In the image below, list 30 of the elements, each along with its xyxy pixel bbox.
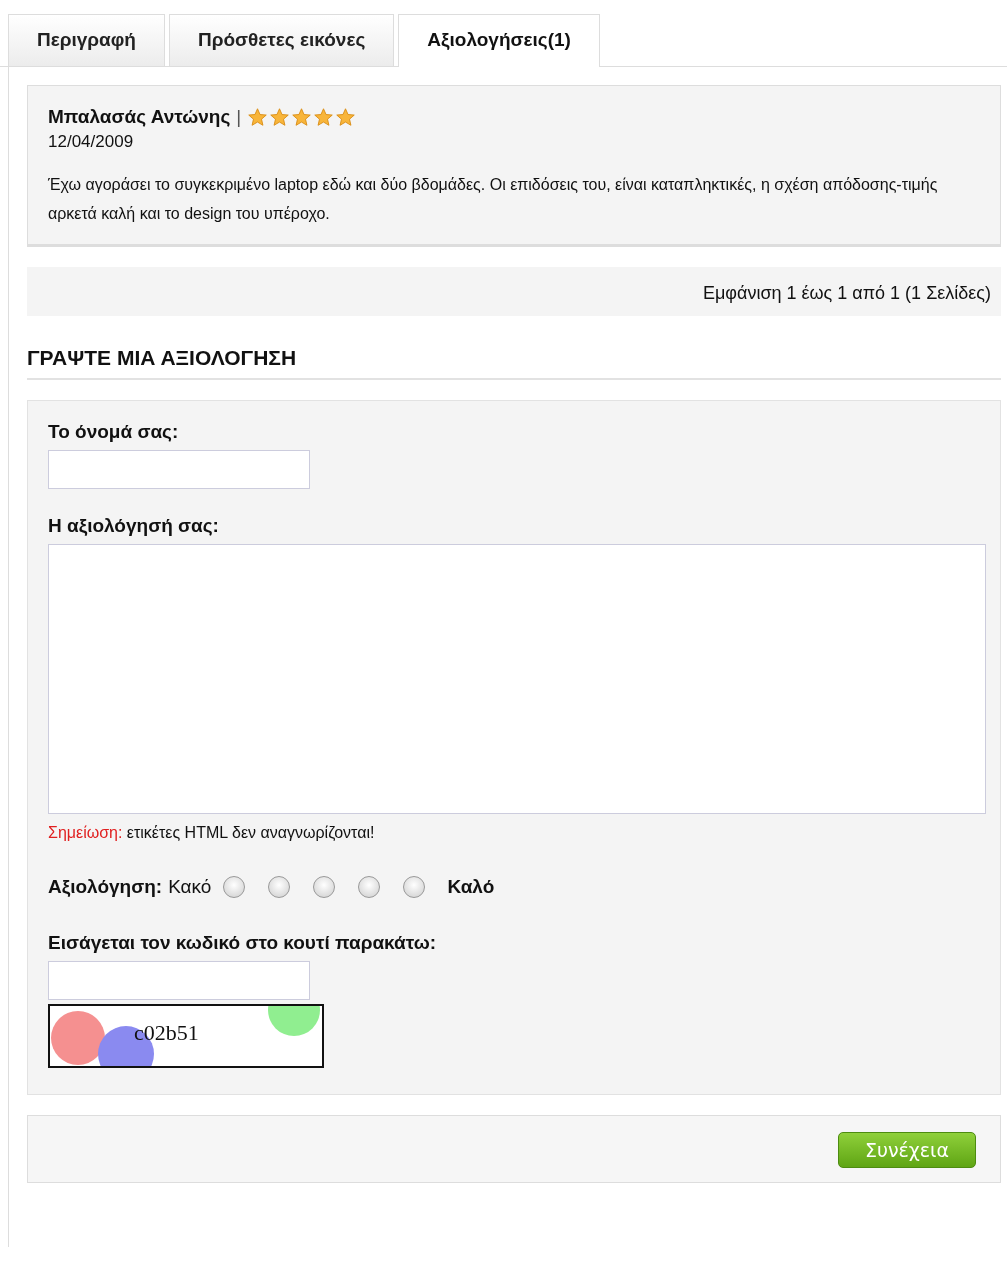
rating-radio[interactable] [268,876,291,898]
star-icon [291,106,313,128]
star-icon [313,106,335,128]
field-label: Το όνομά σας: [48,421,180,443]
note-text: Σημείωση: ετικέτες HTML δεν αναγνωρίζονται! [48,824,376,842]
review-date: 12/04/2009 [48,132,135,152]
rating-label: Αξιολόγηση: [48,876,163,898]
rating-low-label: Κακό [168,876,212,898]
separator: | [236,106,242,128]
star-icon [247,106,269,128]
tab[interactable]: Περιγραφή [8,14,165,66]
name-field[interactable] [48,450,310,489]
rating-radio[interactable] [358,876,381,898]
review-field[interactable] [48,544,986,814]
rating-radio[interactable] [223,876,246,898]
star-icon [269,106,291,128]
tab[interactable]: Πρόσθετες εικόνες [169,14,395,66]
field-label: Εισάγεται τον κωδικό στο κουτί παρακάτω: [48,932,438,954]
rating-radio[interactable] [403,876,426,898]
section-heading: ΓΡΑΨΤΕ ΜΙΑ ΑΞΙΟΛΟΓΗΣΗ [27,346,1001,380]
tab[interactable]: Αξιολογήσεις(1) [398,14,600,67]
field-label: Η αξιολόγησή σας: [48,515,220,537]
rating-radio[interactable] [313,876,336,898]
captcha-field[interactable] [48,961,310,1000]
captcha-code: c02b51 [134,1020,199,1046]
star-icon [335,106,357,128]
review-author: Μπαλασάς Αντώνης [48,106,231,128]
review-text: Έχω αγοράσει το συγκεκριμένο laptop εδώ και δύο βδομάδες. Οι επιδόσεις του, είναι καταπληκτικές, η σχέση απόδοσης-τιμής αρκετά καλή και το design του υπέροχο. [48,175,939,224]
pagination-bar: Εμφάνιση 1 έως 1 από 1 (1 Σελίδες) [27,267,1001,316]
rating-high-label: Καλό [447,876,495,898]
